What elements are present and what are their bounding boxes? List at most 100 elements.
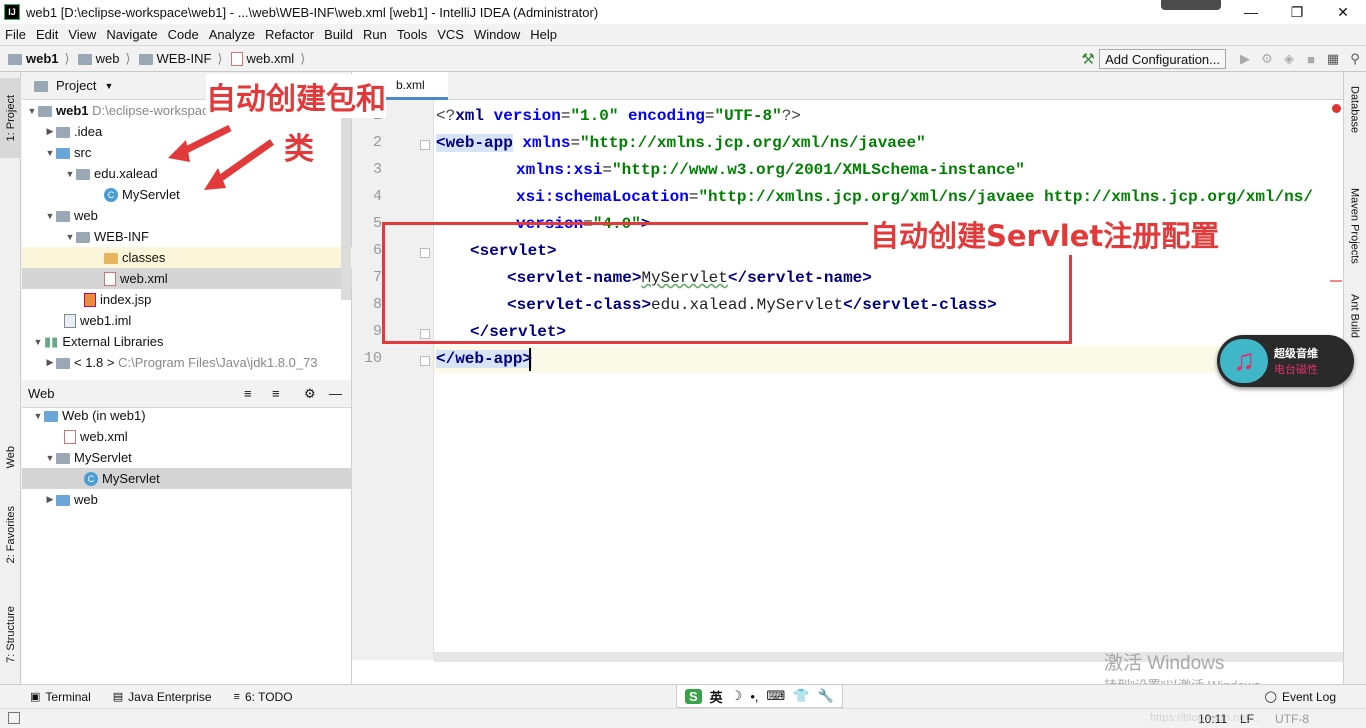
tab-maven-projects[interactable]: Maven Projects: [1343, 188, 1366, 264]
menu-build[interactable]: Build: [319, 27, 358, 42]
navigation-bar: web1 ⟩ web ⟩ WEB-INF ⟩ web.xml ⟩ ⚒ Add Confi…: [0, 46, 1366, 72]
minimize-icon[interactable]: —: [1228, 0, 1274, 24]
project-structure-icon[interactable]: ▦: [1322, 48, 1344, 70]
tree-item-index-jsp[interactable]: index.jsp: [22, 289, 352, 310]
web-folder-icon: [56, 495, 70, 506]
tree-item-external-libraries[interactable]: ▼ ▮▮ External Libraries: [22, 331, 352, 352]
tab-project[interactable]: 1: Project: [0, 78, 21, 158]
breadcrumb-web-xml[interactable]: web.xml ⟩: [230, 51, 305, 67]
menu-vcs[interactable]: VCS: [432, 27, 469, 42]
tree-item-web[interactable]: ▼ web: [22, 205, 352, 226]
chevron-down-icon[interactable]: ▼: [44, 148, 56, 158]
maximize-icon[interactable]: ❐: [1274, 0, 1320, 24]
menu-view[interactable]: View: [63, 27, 101, 42]
debug-icon[interactable]: ⚙: [1256, 48, 1278, 70]
chevron-down-icon[interactable]: ▼: [104, 81, 113, 91]
breadcrumb-web[interactable]: web ⟩: [77, 51, 131, 67]
code-line-4[interactable]: xsi:schemaLocation="http://xmlns.jcp.org…: [516, 184, 1313, 211]
line-number: 7: [372, 269, 382, 286]
menu-run[interactable]: Run: [358, 27, 392, 42]
keyboard-icon[interactable]: ⌨: [767, 688, 786, 704]
file-encoding[interactable]: UTF-8: [1275, 712, 1309, 726]
line-number: 2: [372, 134, 382, 151]
coverage-icon[interactable]: ◈: [1278, 48, 1300, 70]
breadcrumb-web-inf[interactable]: WEB-INF ⟩: [138, 51, 223, 67]
chevron-right-icon[interactable]: ▶: [44, 126, 56, 137]
gear-icon[interactable]: ⚙: [304, 386, 316, 402]
code-line-3[interactable]: xmlns:xsi="http://www.w3.org/2001/XMLSch…: [516, 157, 1025, 184]
tab-database[interactable]: Database: [1343, 86, 1366, 133]
add-configuration-button[interactable]: Add Configuration...: [1099, 49, 1226, 69]
web-tree-item-web-root[interactable]: ▶ web: [22, 489, 352, 510]
wrench-icon[interactable]: 🔧: [817, 688, 833, 704]
run-icon[interactable]: ▶: [1234, 48, 1256, 70]
web-tree-item-web-facet[interactable]: ▼ Web (in web1): [22, 405, 352, 426]
project-view-selector[interactable]: Project: [56, 78, 96, 93]
editor-tab-row: b.xml: [352, 72, 1343, 100]
tree-item-web-xml[interactable]: web.xml: [22, 268, 352, 289]
menu-analyze[interactable]: Analyze: [204, 27, 260, 42]
sogou-logo-icon[interactable]: S: [685, 688, 702, 704]
xml-file-icon: [104, 271, 116, 286]
fold-marker-icon[interactable]: [420, 356, 430, 366]
menu-code[interactable]: Code: [163, 27, 204, 42]
libraries-icon: ▮▮: [44, 333, 59, 349]
chevron-down-icon[interactable]: ▼: [64, 232, 76, 242]
ime-lang-toggle[interactable]: 英: [710, 687, 723, 706]
terminal-button[interactable]: ▣ Terminal: [30, 690, 91, 704]
menu-refactor[interactable]: Refactor: [260, 27, 319, 42]
menu-window[interactable]: Window: [469, 27, 525, 42]
code-line-2[interactable]: <web-app xmlns="http://xmlns.jcp.org/xml…: [436, 130, 926, 157]
left-tool-strip: 1: Project Web 2: Favorites 7: Structure: [0, 72, 21, 684]
chevron-down-icon[interactable]: ▼: [64, 169, 76, 179]
error-stripe-mark[interactable]: [1330, 280, 1342, 282]
punctuation-icon[interactable]: •,: [750, 689, 758, 704]
menu-help[interactable]: Help: [525, 27, 562, 42]
collapse-all-icon[interactable]: ≡: [272, 386, 280, 401]
todo-button[interactable]: ≡ 6: TODO: [234, 690, 293, 704]
fold-marker-icon[interactable]: [420, 140, 430, 150]
tree-item-classes[interactable]: classes: [22, 247, 352, 268]
status-toggle-icon[interactable]: [8, 712, 20, 724]
hammer-build-icon[interactable]: ⚒: [1077, 48, 1099, 70]
moon-icon[interactable]: ☽: [731, 688, 743, 704]
menu-edit[interactable]: Edit: [31, 27, 63, 42]
tab-favorites[interactable]: 2: Favorites: [0, 492, 21, 577]
chevron-down-icon[interactable]: ▼: [26, 106, 38, 116]
expand-all-icon[interactable]: ≡: [244, 386, 252, 401]
line-number: 4: [372, 188, 382, 205]
skin-icon[interactable]: 👕: [793, 688, 809, 704]
chevron-down-icon[interactable]: ▼: [32, 337, 44, 347]
web-tree-item-servlet[interactable]: ▼ MyServlet: [22, 447, 352, 468]
web-tree-item-myservlet-class[interactable]: C MyServlet: [22, 468, 352, 489]
project-scrollbar[interactable]: [341, 100, 351, 300]
web-tree-item-web-xml[interactable]: web.xml: [22, 426, 352, 447]
menu-tools[interactable]: Tools: [392, 27, 432, 42]
menu-navigate[interactable]: Navigate: [101, 27, 162, 42]
code-line-10[interactable]: </web-app>: [436, 346, 533, 373]
tree-item-jdk[interactable]: ▶ < 1.8 > C:\Program Files\Java\jdk1.8.0_…: [22, 352, 352, 373]
chevron-right-icon[interactable]: ▶: [44, 494, 56, 505]
ime-toolbar[interactable]: S 英 ☽ •, ⌨ 👕 🔧: [676, 684, 843, 708]
tree-item-web1-iml[interactable]: web1.iml: [22, 310, 352, 331]
stop-icon[interactable]: ■: [1300, 48, 1322, 70]
breadcrumb-web1[interactable]: web1 ⟩: [8, 51, 70, 67]
chevron-down-icon[interactable]: ▼: [44, 453, 56, 463]
floating-radio-widget[interactable]: ♫ 超级音维 电台磁性: [1217, 335, 1354, 387]
editor-gutter: 1 2 3 4 5 6 7 8 9 10: [352, 100, 434, 660]
error-stripe-icon[interactable]: [1332, 104, 1341, 113]
tree-item-web-inf[interactable]: ▼ WEB-INF: [22, 226, 352, 247]
event-log-button[interactable]: ◯ Event Log: [1265, 690, 1336, 704]
tab-web[interactable]: Web: [0, 432, 21, 482]
chevron-right-icon[interactable]: ▶: [44, 357, 56, 368]
search-icon[interactable]: ⚲: [1344, 48, 1366, 70]
hide-panel-icon[interactable]: —: [329, 386, 342, 401]
close-icon[interactable]: ✕: [1320, 0, 1366, 24]
menu-file[interactable]: File: [0, 27, 31, 42]
tab-ant-build[interactable]: Ant Build: [1343, 294, 1366, 338]
chevron-down-icon[interactable]: ▼: [32, 411, 44, 421]
chevron-down-icon[interactable]: ▼: [44, 211, 56, 221]
tab-structure[interactable]: 7: Structure: [0, 592, 21, 677]
code-line-1[interactable]: <?xml version="1.0" encoding="UTF-8"?>: [436, 103, 801, 130]
java-enterprise-button[interactable]: ▤ Java Enterprise: [113, 690, 212, 704]
